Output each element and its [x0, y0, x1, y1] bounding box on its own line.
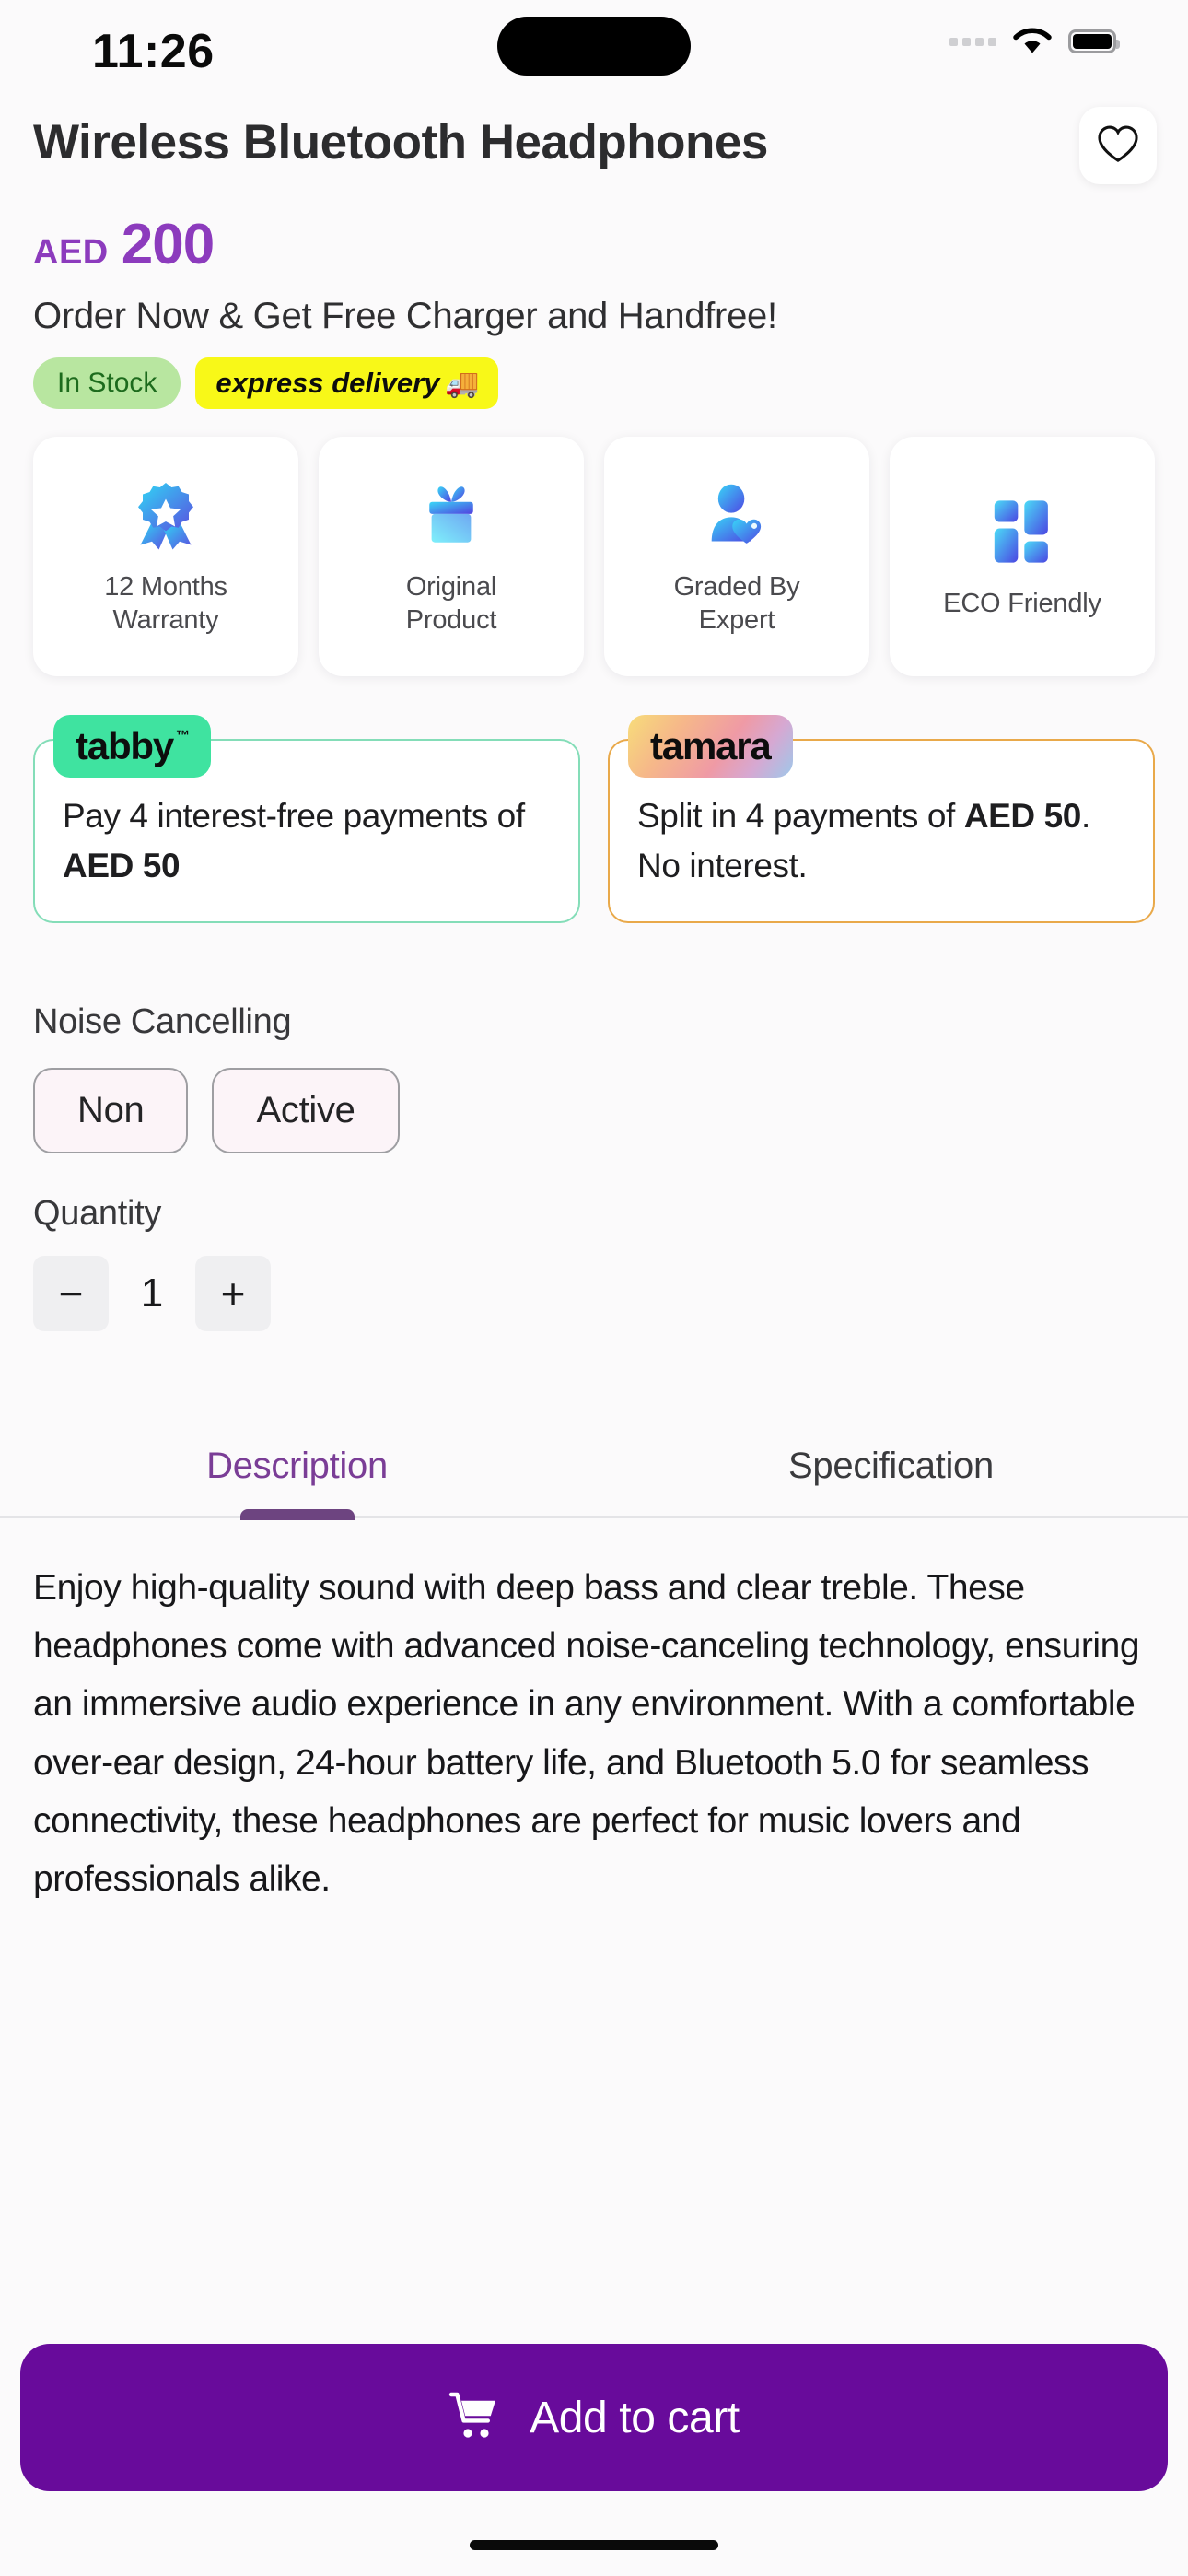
bnpl-card-tamara[interactable]: tamara Split in 4 payments of AED 50. No… [608, 715, 1155, 923]
description-text: Enjoy high-quality sound with deep bass … [33, 1568, 1140, 1899]
option-chip-non[interactable]: Non [33, 1068, 189, 1153]
home-indicator [470, 2540, 718, 2550]
tab-description[interactable]: Description [0, 1423, 594, 1516]
gift-box-icon [413, 476, 490, 554]
quantity-label: Quantity [33, 1194, 162, 1233]
status-badge-in-stock: In Stock [33, 357, 181, 409]
battery-icon [1068, 29, 1120, 53]
feature-card-graded-by-expert: Graded By Expert [604, 437, 869, 676]
feature-card-row: 12 Months Warranty Original Product Grad… [0, 409, 1188, 676]
grid-blocks-icon [984, 493, 1061, 570]
badge-row: In Stock express delivery 🚚 [0, 337, 1188, 409]
bnpl-text: Split in 4 payments of AED 50. No intere… [637, 797, 1090, 884]
tabby-logo: tabby ™ [53, 715, 211, 778]
quantity-increment-button[interactable]: + [195, 1256, 271, 1331]
status-bar-time: 11:26 [92, 25, 215, 78]
feature-card-label: 12 Months Warranty [104, 571, 227, 635]
heart-outline-icon [1097, 124, 1139, 168]
status-bar-indicators [949, 28, 1120, 55]
cart-bar: Add to cart [0, 2344, 1188, 2491]
noise-cancelling-label: Noise Cancelling [33, 1002, 292, 1041]
price-row: AED 200 [0, 184, 1188, 277]
quantity-value: 1 [140, 1270, 164, 1316]
shopping-cart-icon [448, 2391, 500, 2445]
person-heart-icon [698, 476, 775, 554]
tab-bar: Description Specification [0, 1423, 1188, 1518]
wifi-icon [1013, 28, 1052, 55]
tamara-logo: tamara [628, 715, 793, 778]
quantity-stepper: − 1 + [0, 1234, 1188, 1331]
bnpl-card-tabby[interactable]: tabby ™ Pay 4 interest-free payments of A… [33, 715, 580, 923]
noise-cancelling-options: Non Active [0, 1042, 1188, 1153]
bnpl-row: tabby ™ Pay 4 interest-free payments of A… [0, 676, 1188, 923]
option-chip-active[interactable]: Active [212, 1068, 400, 1153]
feature-card-eco-friendly: ECO Friendly [890, 437, 1155, 676]
medal-badge-icon [127, 476, 204, 554]
price-currency: AED [33, 233, 109, 272]
feature-card-warranty: 12 Months Warranty [33, 437, 298, 676]
truck-icon: 🚚 [445, 368, 480, 399]
tab-specification[interactable]: Specification [594, 1423, 1188, 1516]
favorite-button[interactable] [1079, 107, 1157, 184]
price-amount: 200 [121, 213, 215, 276]
status-badge-express-delivery: express delivery 🚚 [195, 357, 498, 409]
product-detail-screen: 11:26 Wireless Bluetooth Headphones AED … [0, 0, 1188, 2576]
option-group-noise-cancelling: Noise Cancelling Non Active [0, 923, 1188, 1153]
feature-card-original-product: Original Product [319, 437, 584, 676]
promo-text: Order Now & Get Free Charger and Handfre… [33, 296, 777, 336]
add-to-cart-label: Add to cart [530, 2393, 740, 2442]
status-bar: 11:26 [0, 0, 1188, 92]
page-title: Wireless Bluetooth Headphones [33, 115, 768, 170]
feature-card-label: Original Product [405, 571, 497, 635]
product-header: Wireless Bluetooth Headphones [0, 92, 1188, 184]
dynamic-island [497, 17, 691, 76]
signal-dots-icon [949, 37, 996, 46]
add-to-cart-button[interactable]: Add to cart [20, 2344, 1168, 2491]
quantity-decrement-button[interactable]: − [33, 1256, 109, 1331]
express-delivery-label: express delivery [215, 367, 440, 399]
feature-card-label: ECO Friendly [943, 588, 1101, 618]
bnpl-text: Pay 4 interest-free payments of AED 50 [63, 797, 525, 884]
feature-card-label: Graded By Expert [673, 571, 800, 635]
option-group-quantity: Quantity − 1 + [0, 1153, 1188, 1331]
